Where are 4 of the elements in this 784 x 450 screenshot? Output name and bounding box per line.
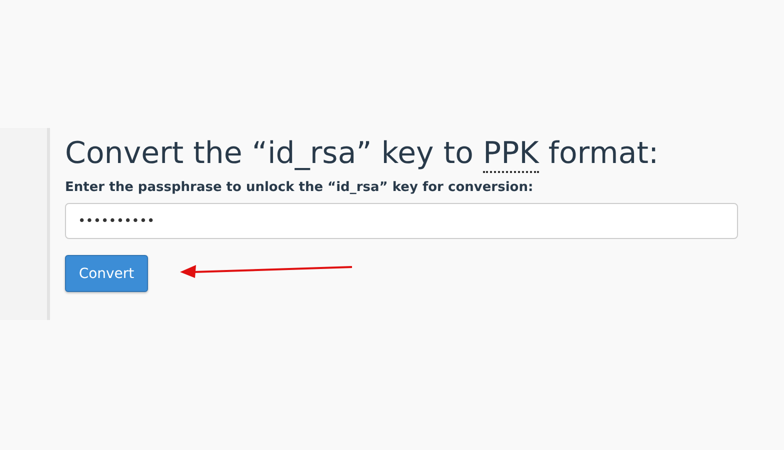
passphrase-field[interactable]: •••••••••• [65,203,738,239]
page-heading: Convert the “id_rsa” key to PPK format: [65,135,660,174]
convert-button[interactable]: Convert [65,255,148,292]
field-label: Enter the passphrase to unlock the “id_rsa” key for conversion: [65,180,534,195]
